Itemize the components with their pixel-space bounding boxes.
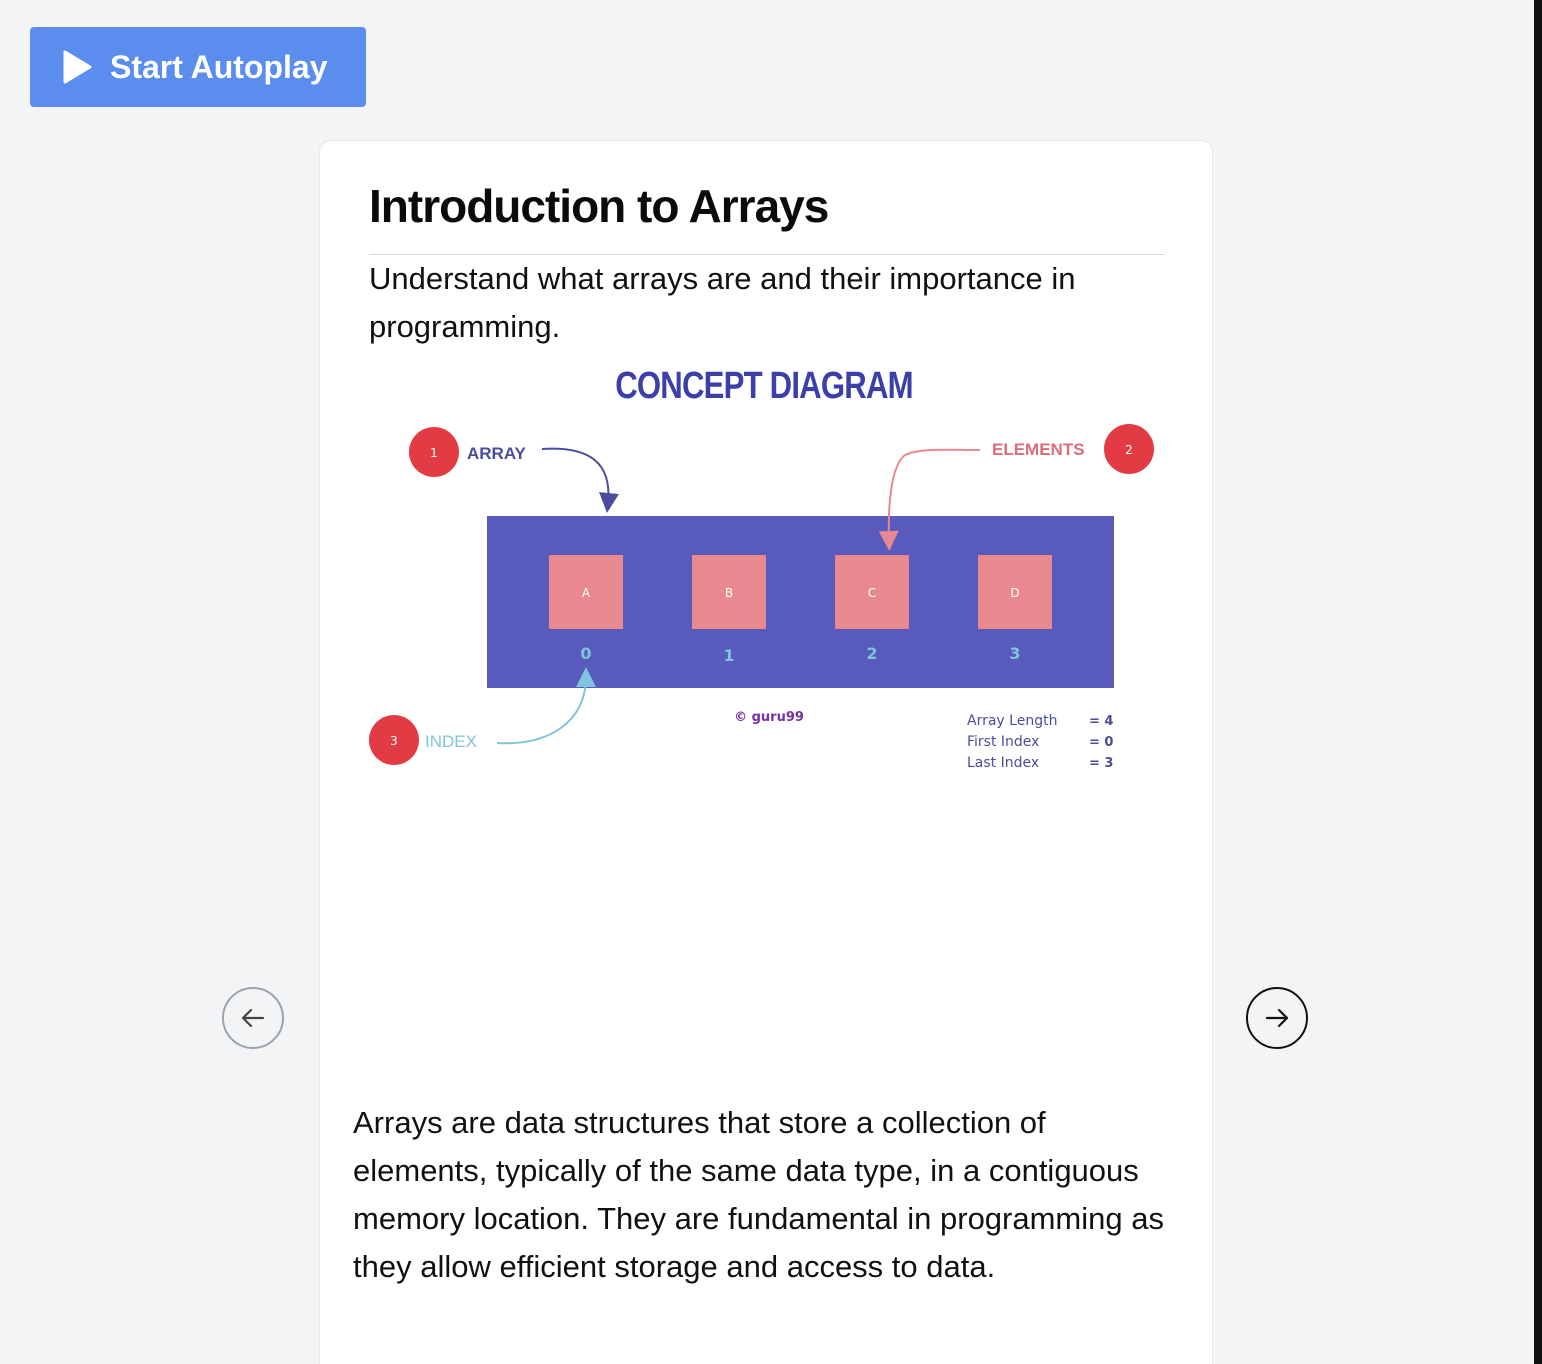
arrow-right-icon (1265, 1008, 1289, 1028)
next-slide-button[interactable] (1246, 987, 1308, 1049)
concept-diagram: CONCEPT DIAGRAM A B C D 0 1 2 3 1 ARRAY … (360, 351, 1160, 791)
callout-number: 2 (1125, 443, 1133, 457)
callout-label-elements: ELEMENTS (992, 440, 1085, 459)
element-label: C (868, 586, 876, 600)
callout-number: 3 (390, 734, 398, 748)
diagram-canvas: A B C D 0 1 2 3 1 ARRAY 2 ELEMENTS 3 IND… (369, 424, 1154, 771)
array-arrow (541, 447, 619, 513)
stat-label: Last Index (967, 755, 1039, 771)
slide-title: Introduction to Arrays (369, 180, 829, 232)
page: Start Autoplay Introduction to Arrays Un… (0, 0, 1534, 1364)
window-edge (1534, 0, 1542, 1364)
callout-number: 1 (430, 446, 438, 460)
index-label: 0 (580, 644, 591, 663)
stat-value: = 4 (1089, 714, 1113, 729)
slide-card: Introduction to Arrays Understand what a… (319, 140, 1213, 1364)
arrow-left-icon (241, 1008, 265, 1028)
index-label: 1 (723, 646, 734, 665)
callout-label-index: INDEX (425, 732, 477, 751)
index-label: 2 (866, 644, 877, 663)
previous-slide-button[interactable] (222, 987, 284, 1049)
stat-label: First Index (967, 734, 1039, 750)
diagram-copyright: © guru99 (734, 710, 804, 725)
play-icon (63, 50, 92, 84)
stat-label: Array Length (967, 713, 1057, 729)
slide-body: Arrays are data structures that store a … (353, 1105, 1164, 1284)
element-label: D (1010, 586, 1019, 600)
stat-value: = 0 (1089, 735, 1113, 750)
start-autoplay-button[interactable]: Start Autoplay (30, 27, 366, 107)
element-label: A (582, 586, 591, 600)
start-autoplay-label: Start Autoplay (110, 48, 328, 85)
stat-value: = 3 (1089, 756, 1113, 771)
index-label: 3 (1009, 644, 1020, 663)
slide-subtitle: Understand what arrays are and their imp… (369, 261, 1076, 344)
callout-label-array: ARRAY (467, 444, 527, 463)
element-label: B (725, 586, 733, 600)
